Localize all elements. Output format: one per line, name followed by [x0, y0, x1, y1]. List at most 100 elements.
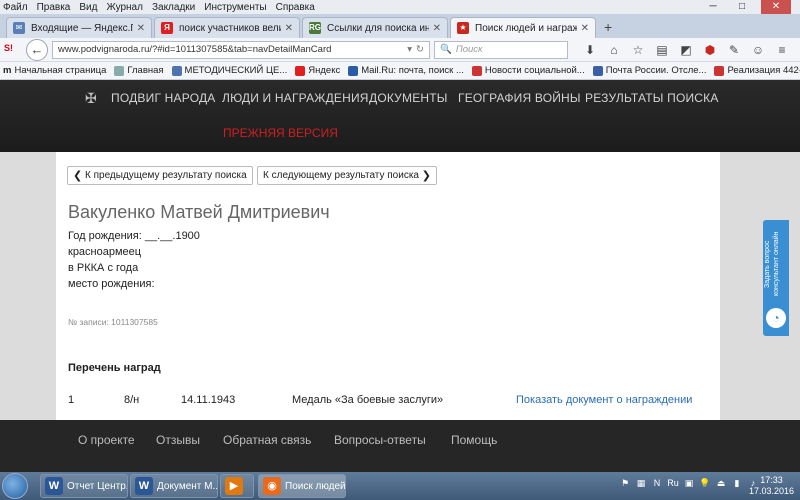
menu-bookmarks[interactable]: Закладки	[152, 2, 195, 13]
person-card: ❮ К предыдущему результату поиска К след…	[56, 152, 720, 420]
footer-about[interactable]: О проекте	[78, 433, 135, 447]
home-icon[interactable]: ⌂	[602, 43, 626, 57]
addon-s-icon[interactable]: S!	[4, 43, 18, 57]
history-icon[interactable]: ✎	[722, 43, 746, 57]
online-consultant-widget[interactable]: Задать вопрос консультант онлайн ◔	[763, 220, 789, 336]
address-bar[interactable]: www.podvignaroda.ru/?#id=1011307585&tab=…	[52, 40, 430, 59]
menu-help[interactable]: Справка	[276, 2, 315, 13]
eagle-emblem-icon[interactable]: ✠	[80, 90, 102, 110]
bookmark-method-center[interactable]: МЕТОДИЧЕСКИЙ ЦЕ...	[171, 65, 287, 76]
bookmark-russian-post[interactable]: Почта России. Отсле...	[592, 65, 707, 76]
task-media-player[interactable]: ▶	[220, 474, 254, 498]
toolbar-icons: ⬇ ⌂ ☆ ▤ ◩ ⬢ ✎ ☺ ≡	[578, 43, 794, 57]
system-tray: ⚑ ▦ N Ru ▣ 💡 ⏏ ▮ ♪	[616, 478, 760, 492]
maximize-icon[interactable]: □	[732, 0, 752, 14]
bookmark-social-news[interactable]: Новости социальной...	[471, 65, 585, 76]
show-award-document-link[interactable]: Показать документ о награждении	[516, 394, 692, 406]
bookmark-star-icon[interactable]: ☆	[626, 43, 650, 57]
menu-file[interactable]: Файл	[3, 2, 28, 13]
usb-icon[interactable]: ⏏	[714, 478, 728, 492]
task-word-report[interactable]: W Отчет Центр...	[40, 474, 128, 498]
menu-icon[interactable]: ≡	[770, 43, 794, 57]
next-result-label: К следующему результату поиска	[263, 170, 419, 181]
tab-links[interactable]: RG Ссылки для поиска инфо... ✕	[302, 17, 448, 38]
task-firefox[interactable]: ◉ Поиск людей...	[258, 474, 346, 498]
medal-icon: ★	[457, 22, 469, 34]
yandex-icon: Я	[161, 22, 173, 34]
close-tab-icon[interactable]: ✕	[137, 23, 145, 34]
task-label: Документ М...	[157, 480, 218, 492]
bookmark-yandex[interactable]: Яндекс	[295, 65, 340, 76]
birthplace: место рождения:	[68, 278, 155, 290]
tab-yandex-search[interactable]: Я поиск участников велико... ✕	[154, 17, 300, 38]
next-result-button[interactable]: К следующему результату поиска ❯	[257, 166, 437, 185]
new-tab-icon[interactable]: +	[598, 19, 618, 38]
flag-icon[interactable]: ⚑	[618, 478, 632, 492]
nav-war-geography[interactable]: ГЕОГРАФИЯ ВОЙНЫ	[458, 91, 581, 105]
clock-date: 17.03.2016	[748, 486, 794, 496]
bookmark-label: Почта России. Отсле...	[605, 65, 707, 76]
menu-view[interactable]: Вид	[79, 2, 97, 13]
award-date: 14.11.1943	[181, 394, 236, 406]
window-controls: ─ □ ✕	[703, 0, 800, 14]
clock[interactable]: 17:33 17.03.2016	[749, 475, 794, 497]
footer-help[interactable]: Помощь	[451, 433, 497, 447]
news-icon	[471, 65, 482, 76]
bookmark-442fz[interactable]: Реализация 442-ФЗ	[714, 65, 800, 76]
tab-podvig-naroda[interactable]: ★ Поиск людей и награжде... ✕	[450, 17, 596, 38]
mailru-icon	[348, 65, 359, 76]
nav-people-awards[interactable]: ЛЮДИ И НАГРАЖДЕНИЯ	[222, 91, 369, 105]
prev-result-label: К предыдущему результату поиска	[85, 170, 247, 181]
menu-edit[interactable]: Правка	[37, 2, 71, 13]
navigation-bar: S! ← www.podvignaroda.ru/?#id=1011307585…	[0, 38, 800, 62]
person-name: Вакуленко Матвей Дмитриевич	[68, 202, 330, 222]
record-number: № записи: 1011307585	[68, 317, 158, 327]
bookmark-main[interactable]: Главная	[114, 65, 164, 76]
adblock-icon[interactable]: ⬢	[698, 43, 722, 57]
pocket-icon[interactable]: ◩	[674, 43, 698, 57]
reader-icon[interactable]: ▤	[650, 43, 674, 57]
bookmark-mailru[interactable]: Mail.Ru: почта, поиск ...	[348, 65, 464, 76]
footer-feedback[interactable]: Обратная связь	[223, 433, 311, 447]
chart-icon[interactable]: ▦	[634, 478, 648, 492]
news-icon	[714, 65, 725, 76]
search-icon: 🔍	[440, 44, 452, 55]
birth-year: Год рождения: __.__.1900	[68, 230, 200, 242]
close-tab-icon[interactable]: ✕	[581, 23, 589, 34]
tab-yandex-mail[interactable]: ✉ Входящие — Яндекс.Почта ✕	[6, 17, 152, 38]
close-window-icon[interactable]: ✕	[761, 0, 791, 14]
reload-icon[interactable]: ↻	[416, 44, 424, 55]
nav-podvig-naroda[interactable]: ПОДВИГ НАРОДА	[111, 91, 216, 105]
bookmark-start-page[interactable]: m Начальная страница	[3, 65, 106, 76]
footer-reviews[interactable]: Отзывы	[156, 433, 200, 447]
onenote-icon[interactable]: N	[650, 478, 664, 492]
old-version-link[interactable]: ПРЕЖНЯЯ ВЕРСИЯ	[223, 126, 338, 140]
bulb-icon[interactable]: 💡	[698, 478, 712, 492]
ru-lang-icon[interactable]: Ru	[666, 478, 680, 492]
nav-documents[interactable]: ДОКУМЕНТЫ	[369, 91, 448, 105]
taskbar: W Отчет Центр... W Документ М... ▶ ◉ Пои…	[0, 472, 800, 500]
prev-result-button[interactable]: ❮ К предыдущему результату поиска	[67, 166, 253, 185]
bookmark-label: Яндекс	[308, 65, 341, 76]
network-icon[interactable]: ▮	[730, 478, 744, 492]
task-word-document[interactable]: W Документ М...	[130, 474, 218, 498]
bookmark-label: Главная	[127, 65, 164, 76]
close-tab-icon[interactable]: ✕	[433, 23, 441, 34]
back-icon[interactable]: ←	[26, 38, 48, 61]
start-button-icon[interactable]	[2, 473, 28, 499]
close-tab-icon[interactable]: ✕	[285, 23, 293, 34]
award-name: Медаль «За боевые заслуги»	[292, 394, 444, 406]
footer-faq[interactable]: Вопросы-ответы	[334, 433, 426, 447]
menu-history[interactable]: Журнал	[106, 2, 143, 13]
search-input[interactable]: 🔍 Поиск	[434, 40, 568, 59]
menu-bar: Файл Правка Вид Журнал Закладки Инструме…	[0, 0, 800, 14]
minimize-icon[interactable]: ─	[703, 0, 723, 14]
tab-title: Ссылки для поиска инфо...	[327, 22, 429, 34]
nav-search-results[interactable]: РЕЗУЛЬТАТЫ ПОИСКА	[585, 91, 719, 105]
chevron-right-icon: ❯	[421, 170, 431, 182]
app-icon[interactable]: ▣	[682, 478, 696, 492]
menu-tools[interactable]: Инструменты	[204, 2, 266, 13]
smiley-icon[interactable]: ☺	[746, 43, 770, 57]
download-icon[interactable]: ⬇	[578, 43, 602, 57]
dropdown-icon[interactable]: ▾	[407, 44, 412, 55]
